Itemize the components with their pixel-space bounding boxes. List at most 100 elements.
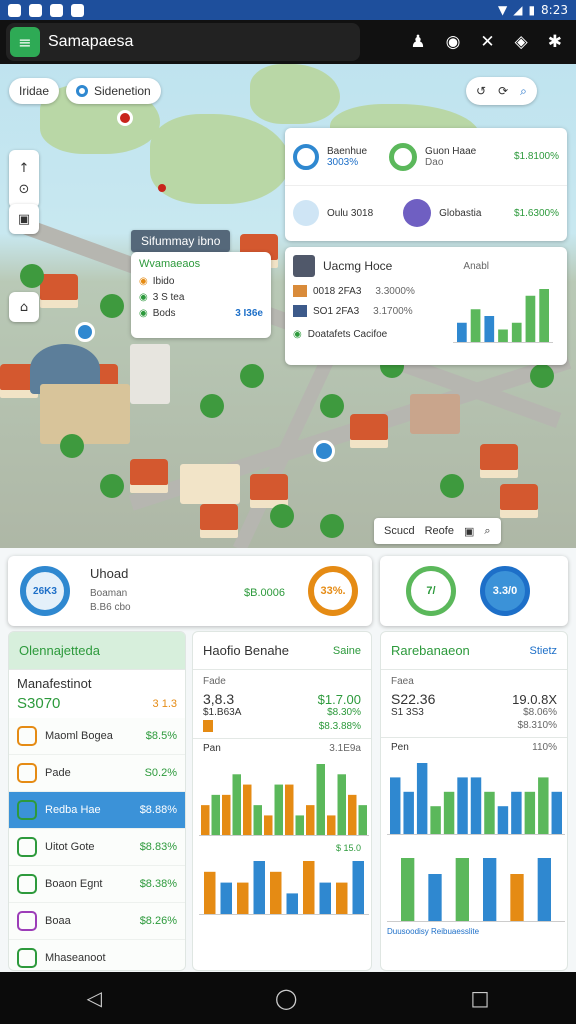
location-icon: [76, 85, 88, 97]
middle-bar-chart: [199, 764, 369, 836]
middle-panel: Haofio Benahe Saine Fade 3,8.3 $1.7.00 $1.…: [192, 631, 372, 971]
left-panel: Olennajetteda Manafestinot S3070 3 1.3 Ma…: [8, 631, 186, 971]
item-label: Redba Hae: [45, 804, 101, 816]
zoom-control[interactable]: ↑ ⊙: [9, 150, 39, 208]
home-icon[interactable]: ⌂: [9, 292, 39, 322]
wifi-icon: ▼: [497, 3, 508, 17]
item-value: $8.88%: [139, 804, 177, 816]
right-panel: Rarebanaeon Stietz Faea S22.36 19.0.8X S1 …: [380, 631, 568, 971]
item-label: Pade: [45, 767, 71, 779]
chart-bar: [337, 774, 346, 836]
chart-bar: [401, 858, 415, 922]
list-item[interactable]: Mhaseanoot: [9, 940, 185, 970]
summary-rings: 7/ 3.3/0: [380, 556, 568, 626]
chart-bar: [352, 861, 364, 915]
recent-apps-button[interactable]: □: [471, 986, 490, 1010]
notification-icon: [8, 3, 21, 17]
avatar: [293, 255, 315, 277]
item-label: Boaa: [45, 915, 71, 927]
shuffle-icon[interactable]: ✕: [480, 32, 494, 52]
signal-icon: ◢: [513, 3, 523, 17]
chart-bar: [457, 322, 467, 343]
home-button[interactable]: ◯: [275, 986, 297, 1010]
progress-ring: [293, 143, 319, 170]
chart-bar: [390, 777, 401, 835]
chart-bar: [201, 805, 210, 836]
item-icon: [17, 726, 37, 746]
chart-bar: [537, 858, 551, 922]
chart-bar: [484, 791, 495, 835]
zoom-in-icon[interactable]: ↑: [19, 161, 30, 176]
location-pin-icon[interactable]: [313, 440, 335, 462]
profile-icon[interactable]: ♟: [410, 32, 425, 52]
chart-bar: [336, 882, 348, 915]
target-icon[interactable]: ⊙: [19, 182, 30, 197]
map-popup[interactable]: Wvamaeaos ◉ Ibido ◉ 3 S tea ◉ Bods 3 I36e: [131, 252, 271, 338]
back-button[interactable]: ◁: [87, 986, 102, 1010]
summary-title: Uhoad: [90, 566, 129, 581]
layers-icon[interactable]: ▣: [9, 204, 39, 234]
location-pin-icon[interactable]: [158, 184, 166, 192]
image-icon[interactable]: ▣: [464, 525, 474, 538]
item-icon: [17, 837, 37, 857]
location-chip[interactable]: Sidenetion: [66, 78, 161, 104]
location-pin-icon[interactable]: [75, 322, 95, 342]
status-tag[interactable]: Saine: [333, 645, 361, 657]
list-item[interactable]: Maoml Bogea $8.5%: [9, 718, 185, 755]
gamepad-icon[interactable]: ◉: [446, 32, 461, 52]
notification-icon: [71, 3, 84, 17]
map-chip[interactable]: Iridae: [9, 78, 60, 104]
chart-bar: [348, 794, 357, 836]
item-value: S0.2%: [144, 767, 177, 779]
chart-bar: [470, 777, 482, 835]
chart-bar: [253, 861, 265, 915]
list-item[interactable]: Redba Hae $8.88%: [9, 792, 185, 829]
settings-icon[interactable]: ✱: [548, 32, 562, 52]
list-item[interactable]: Uitot Gote $8.83%: [9, 829, 185, 866]
chart-bar: [211, 794, 220, 836]
location-pin-icon[interactable]: [117, 110, 133, 126]
check-icon: ◉: [293, 329, 302, 340]
chart-bar: [511, 791, 522, 835]
item-label: Boaon Egnt: [45, 878, 103, 890]
app-bar: ≡ Samapaesa ♟ ◉ ✕ ◈ ✱: [0, 20, 576, 64]
chart-bar: [306, 805, 315, 836]
battery-icon: ▮: [528, 3, 536, 17]
list-item[interactable]: Boaa $8.26%: [9, 903, 185, 940]
list-item[interactable]: Boaon Egnt $8.38%: [9, 866, 185, 903]
shield-icon[interactable]: ◈: [515, 32, 528, 52]
item-icon: [17, 948, 37, 968]
menu-icon[interactable]: ≡: [10, 27, 40, 57]
chart-bar: [243, 784, 252, 836]
chart-bar: [358, 805, 367, 836]
search-icon[interactable]: ⌕: [520, 84, 527, 99]
map-bottom-chip[interactable]: Scucd Reofe ▣ ⌕: [374, 518, 501, 544]
map-tools: ↺ ⟳ ⌕: [466, 77, 537, 105]
undo-icon[interactable]: ↺: [476, 84, 486, 98]
chart-bar: [484, 316, 495, 343]
list-item[interactable]: Pade S0.2%: [9, 755, 185, 792]
clock: 8:23: [541, 3, 568, 17]
chart-bar: [253, 805, 262, 836]
popup-title: Wvamaeaos: [139, 258, 201, 270]
stats-card: Baenhue 3003% Guon Haae Dao $1.8100% Oulu …: [285, 128, 567, 241]
chart-bar: [220, 882, 232, 915]
status-tag[interactable]: Stietz: [529, 645, 557, 657]
search-icon[interactable]: ⌕: [484, 525, 490, 538]
chart-bar: [237, 882, 249, 915]
chart-bar: [285, 784, 294, 836]
globe-icon: [403, 199, 432, 227]
map-view[interactable]: Iridae Sidenetion ↺ ⟳ ⌕ ↑ ⊙ ▣ ⌂ Sifummay ib…: [0, 64, 576, 548]
chart-bar: [303, 861, 315, 915]
avatar: [293, 200, 319, 226]
refresh-icon[interactable]: ⟳: [498, 84, 508, 98]
item-label: Uitot Gote: [45, 841, 95, 853]
title-bar[interactable]: ≡ Samapaesa: [6, 23, 360, 61]
user-bar-chart: [453, 289, 553, 343]
chart-bar: [551, 791, 562, 835]
item-icon: [17, 800, 37, 820]
item-icon: [17, 763, 37, 783]
building-icon: [293, 305, 307, 317]
progress-ring: [389, 142, 418, 171]
chart-bar: [295, 815, 304, 836]
